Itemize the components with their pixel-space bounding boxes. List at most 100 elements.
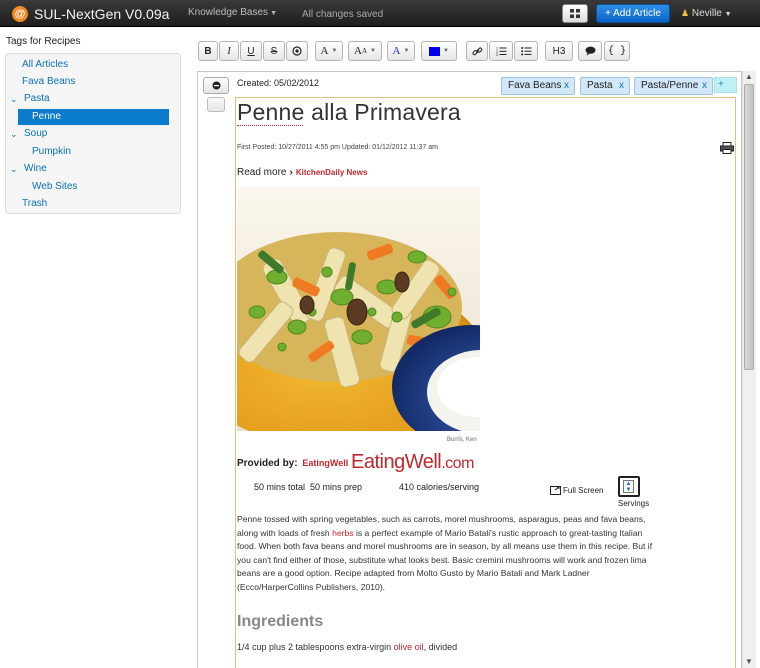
- prep-time: 50 mins prep: [310, 482, 363, 492]
- save-status: All changes saved: [302, 9, 384, 20]
- ordered-list-icon: 123: [496, 47, 506, 56]
- clear-format-button[interactable]: [286, 41, 308, 61]
- full-screen-button[interactable]: Full Screen: [550, 486, 603, 495]
- knowledge-bases-label: Knowledge Bases: [188, 7, 269, 18]
- olive-oil-link[interactable]: olive oil: [394, 642, 424, 652]
- tag-label: Fava Beans: [508, 80, 562, 91]
- scrollbar-thumb[interactable]: [744, 84, 754, 370]
- recipe-description[interactable]: Penne tossed with spring vegetables, suc…: [237, 513, 655, 594]
- full-screen-label: Full Screen: [563, 486, 604, 495]
- font-color-label: A: [320, 45, 329, 57]
- sidebar-item-penne[interactable]: Penne: [18, 109, 169, 125]
- tree-item-label: All Articles: [22, 59, 69, 70]
- add-tag-button[interactable]: +: [714, 77, 737, 93]
- font-size-button[interactable]: A A ▼: [348, 41, 382, 61]
- tree-item-label: Penne: [32, 111, 61, 122]
- tag-label: Pasta: [587, 80, 613, 91]
- scroll-up-icon[interactable]: ▲: [744, 72, 754, 82]
- eatingwell-logo[interactable]: EatingWell.com: [351, 451, 474, 474]
- top-navbar: @ SUL-NextGen V0.09a Knowledge Bases ▼ Al…: [0, 0, 760, 27]
- chevron-down-icon[interactable]: ⌄: [10, 126, 18, 142]
- servings-label: Servings: [618, 499, 650, 508]
- code-button[interactable]: { }: [604, 41, 630, 61]
- add-article-button[interactable]: + Add Article: [596, 4, 670, 23]
- user-menu[interactable]: ♟ Neville ▼: [681, 8, 732, 19]
- scroll-down-icon[interactable]: ▼: [744, 657, 754, 667]
- bullet-list-button[interactable]: [514, 41, 538, 61]
- sidebar-item-web-sites[interactable]: Web Sites: [32, 179, 77, 195]
- chevron-down-icon[interactable]: ⌄: [10, 161, 18, 177]
- calories: 410 calories/serving: [399, 482, 480, 492]
- sidebar-item-wine[interactable]: ⌄ Wine: [10, 161, 47, 177]
- provided-by-label: Provided by:: [237, 458, 298, 469]
- sidebar-item-soup[interactable]: ⌄ Soup: [10, 126, 48, 142]
- herbs-link[interactable]: herbs: [332, 528, 354, 538]
- heading-label: H3: [552, 45, 566, 57]
- tag-label: Pasta/Penne: [641, 80, 699, 91]
- knowledge-bases-menu[interactable]: Knowledge Bases ▼: [188, 7, 277, 18]
- tag-remove-icon[interactable]: x: [619, 78, 624, 94]
- tree-item-label: Pasta: [24, 93, 50, 104]
- sidebar-item-all-articles[interactable]: All Articles: [22, 57, 68, 73]
- link-icon: [472, 47, 482, 55]
- chevron-down-icon: ▼: [443, 48, 449, 54]
- sidebar-item-trash[interactable]: Trash: [22, 196, 47, 212]
- chevron-down-icon[interactable]: ⌄: [10, 91, 18, 107]
- font-color-button[interactable]: A ▼: [315, 41, 343, 61]
- ingredient-text: 1/4 cup plus 2 tablespoons extra-virgin: [237, 642, 394, 652]
- app-title: SUL-NextGen V0.09a: [34, 5, 170, 22]
- heading-button[interactable]: H3: [545, 41, 573, 61]
- grid-icon: [570, 9, 580, 18]
- text-highlight-button[interactable]: A ▼: [387, 41, 415, 61]
- view-grid-button[interactable]: [562, 4, 588, 23]
- expand-icon: [550, 486, 561, 495]
- provided-by: Provided by: EatingWell: [237, 458, 348, 469]
- tag-remove-icon[interactable]: x: [702, 78, 707, 94]
- chevron-down-icon: ▼: [403, 48, 410, 54]
- minus-circle-icon: [212, 81, 220, 90]
- tree-item-label: Soup: [24, 128, 48, 139]
- printer-icon[interactable]: [720, 142, 734, 157]
- underline-button[interactable]: U: [240, 41, 262, 61]
- block-color-button[interactable]: ▼: [421, 41, 457, 61]
- sidebar-item-fava-beans[interactable]: Fava Beans: [22, 74, 75, 90]
- read-more-label: Read more: [237, 167, 287, 178]
- bold-label: B: [204, 45, 212, 57]
- link-button[interactable]: [466, 41, 488, 61]
- italic-button[interactable]: I: [219, 41, 239, 61]
- tree-item-label: Fava Beans: [22, 76, 76, 87]
- stepper-arrows-icon[interactable]: ▲ ▼: [623, 480, 634, 493]
- collapse-button[interactable]: [203, 77, 229, 94]
- chevron-down-icon: ▼: [270, 10, 277, 17]
- comment-button[interactable]: [578, 41, 602, 61]
- spellcheck-underline: [237, 124, 303, 126]
- logo-text: EatingWell: [351, 451, 442, 473]
- sidebar-item-pumpkin[interactable]: Pumpkin: [32, 144, 71, 160]
- code-label: { }: [607, 45, 626, 57]
- read-more-line: Read more › KitchenDaily News: [237, 167, 367, 178]
- provided-by-link[interactable]: EatingWell: [302, 458, 348, 468]
- servings-stepper[interactable]: ▲ ▼: [618, 476, 640, 497]
- underline-label: U: [247, 45, 255, 57]
- clear-format-icon: [292, 46, 302, 56]
- ordered-list-button[interactable]: 123: [489, 41, 513, 61]
- tag-chip-fava-beans: Fava Beans x: [501, 77, 575, 95]
- bold-button[interactable]: B: [198, 41, 218, 61]
- brand[interactable]: @ SUL-NextGen V0.09a: [12, 4, 169, 23]
- color-swatch: [429, 46, 441, 56]
- article-title[interactable]: Penne alla Primavera: [237, 99, 461, 126]
- sidebar-item-pasta[interactable]: ⌄ Pasta: [10, 91, 50, 107]
- tree-item-label: Web Sites: [32, 181, 78, 192]
- ingredients-heading: Ingredients: [237, 613, 324, 630]
- user-icon: ♟: [681, 8, 690, 18]
- tag-remove-icon[interactable]: x: [564, 78, 569, 94]
- photo-credit: Burris, Ken: [447, 437, 477, 443]
- italic-label: I: [227, 45, 231, 57]
- read-more-source-link[interactable]: KitchenDaily News: [296, 168, 368, 177]
- font-size-small-glyph: A: [361, 47, 368, 55]
- tag-chip-pasta: Pasta x: [580, 77, 630, 95]
- block-handle[interactable]: [207, 97, 225, 112]
- strikethrough-button[interactable]: S: [263, 41, 285, 61]
- bullet-list-icon: [520, 47, 531, 56]
- chevron-down-icon: ▼: [331, 48, 338, 54]
